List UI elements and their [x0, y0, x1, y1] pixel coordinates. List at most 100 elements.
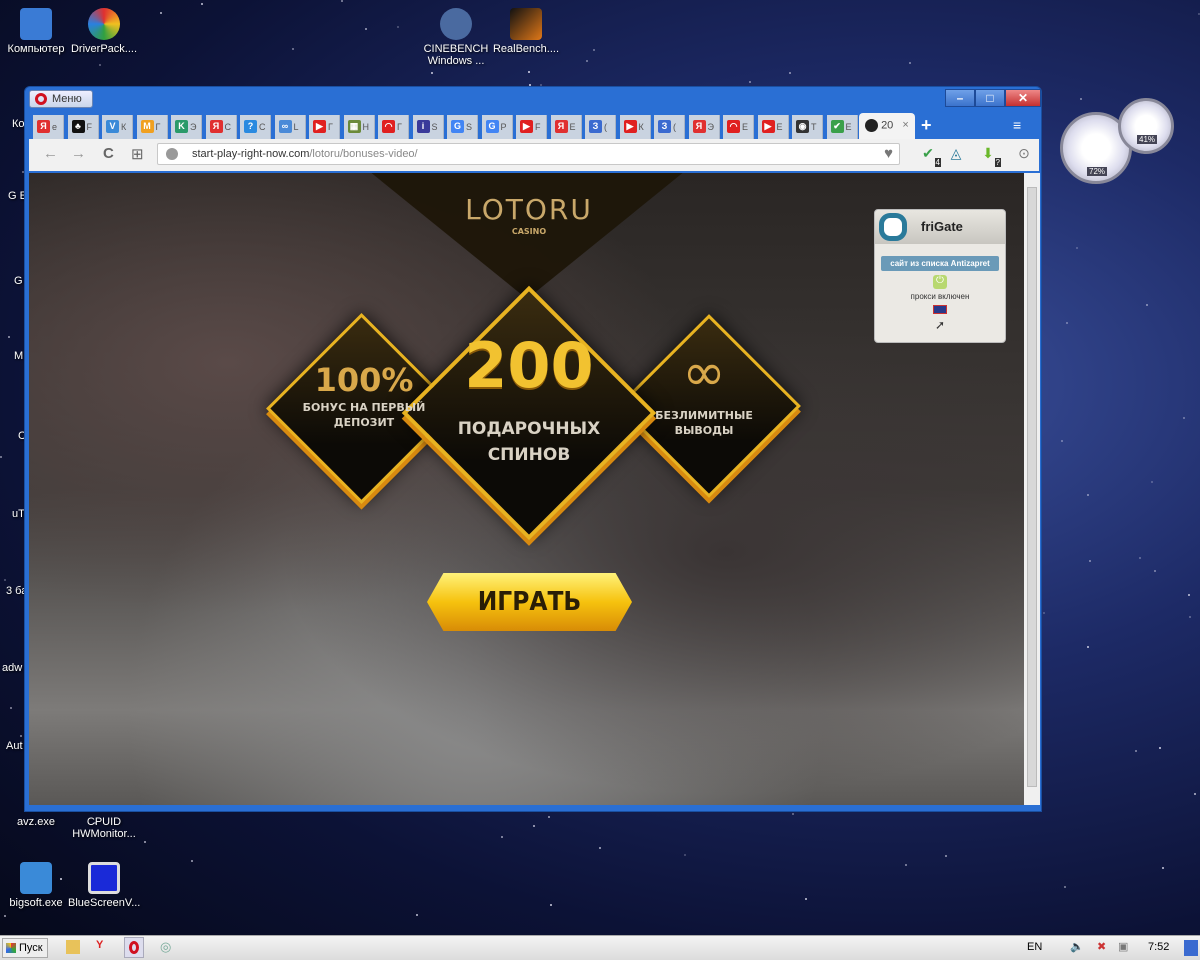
extension-button[interactable]: ✔ 4: [919, 145, 941, 167]
tab[interactable]: Яе: [33, 115, 64, 139]
tab-favicon-icon: ▶: [313, 120, 326, 133]
tab[interactable]: ∞ L: [274, 115, 306, 139]
volume-icon[interactable]: 🔈: [1070, 940, 1084, 953]
minimize-button[interactable]: –: [945, 89, 975, 107]
desktop-icon-computer[interactable]: Компьютер: [0, 8, 72, 55]
tab-favicon-icon: ✔: [830, 120, 844, 133]
site-info-icon[interactable]: [166, 148, 178, 160]
clock[interactable]: 7:52: [1148, 941, 1169, 953]
tab[interactable]: ◉ Т: [792, 115, 823, 139]
star: [944, 855, 947, 858]
maximize-button[interactable]: □: [975, 89, 1005, 107]
tab[interactable]: GР: [481, 115, 513, 139]
speed-dial-button[interactable]: ⊞: [131, 145, 144, 163]
navigation-toolbar: ← → C ⊞ start-play-right-now.com/lotoru/…: [29, 139, 1039, 171]
tab[interactable]: VК: [102, 115, 133, 139]
play-button[interactable]: ИГРАТЬ: [427, 573, 632, 631]
tab-menu-icon[interactable]: ≡: [1013, 117, 1021, 133]
tab[interactable]: iS: [412, 115, 444, 139]
extension-button[interactable]: ⬇?: [979, 145, 1001, 167]
star: [431, 72, 434, 75]
tab-favicon-icon: K: [175, 120, 188, 133]
star: [1182, 416, 1185, 419]
desktop-icon-partial[interactable]: Aut: [6, 740, 23, 752]
tab-label: С: [259, 121, 266, 132]
back-button[interactable]: ←: [43, 145, 58, 162]
tab[interactable]: ◠ Е: [723, 115, 754, 139]
reload-button[interactable]: C: [103, 145, 114, 162]
desktop-icon-partial[interactable]: uT: [12, 508, 25, 520]
tab[interactable]: ▶ F: [516, 115, 547, 139]
show-desktop-button[interactable]: [1184, 940, 1198, 956]
cinebench-icon: [440, 8, 472, 40]
frigate-popup: friGate сайт из списка Antizapret ⏻ прок…: [874, 209, 1006, 343]
bookmark-heart-icon[interactable]: ♥: [884, 144, 893, 164]
star: [1075, 247, 1078, 250]
close-button[interactable]: ✕: [1005, 89, 1041, 107]
vertical-scrollbar[interactable]: [1024, 173, 1040, 805]
tab-active[interactable]: 20 ×: [859, 113, 915, 139]
new-tab-button[interactable]: +: [921, 115, 932, 136]
yandex-browser-icon[interactable]: Y: [96, 939, 103, 951]
language-indicator[interactable]: EN: [1027, 941, 1042, 953]
tab[interactable]: ▦ Н: [343, 115, 375, 139]
star: [792, 813, 795, 816]
extension-icon: ⬇: [982, 145, 994, 161]
desktop-icon-bluescreenview[interactable]: BlueScreenV...: [68, 862, 140, 909]
star: [191, 860, 194, 863]
tray-device-icon[interactable]: ▣: [1118, 940, 1128, 953]
desktop-icon-bigsoft[interactable]: bigsoft.exe: [0, 862, 72, 909]
scrollbar-thumb[interactable]: [1027, 187, 1037, 787]
tab[interactable]: ✔ Е: [826, 115, 858, 139]
tab[interactable]: GS: [447, 115, 478, 139]
network-error-icon[interactable]: ✖: [1097, 940, 1106, 953]
tab[interactable]: KЭ: [171, 115, 202, 139]
tab[interactable]: ? С: [240, 115, 271, 139]
star: [1188, 616, 1191, 619]
frigate-logo-icon: [879, 213, 907, 241]
tab[interactable]: MГ: [136, 115, 168, 139]
desktop-icon-realbench[interactable]: RealBench....: [490, 8, 562, 55]
desktop-icon-cinebench[interactable]: CINEBENCH Windows ...: [420, 8, 492, 67]
desktop-icon-partial[interactable]: Ко: [12, 118, 25, 130]
tab[interactable]: ЯС: [205, 115, 237, 139]
computer-icon: [20, 8, 52, 40]
uk-flag-icon[interactable]: [933, 305, 947, 314]
star: [1080, 98, 1083, 101]
windows-logo-icon: [6, 943, 16, 953]
explorer-icon[interactable]: [66, 940, 80, 954]
star: [1193, 793, 1196, 796]
tab[interactable]: ▶ К: [619, 115, 651, 139]
tab[interactable]: ▶ Е: [757, 115, 789, 139]
ram-gauge[interactable]: 41%: [1118, 98, 1174, 154]
address-bar[interactable]: start-play-right-now.com/lotoru/bonuses-…: [157, 143, 900, 165]
tab[interactable]: ▶ Г: [309, 115, 340, 139]
tab-label: F: [535, 121, 541, 132]
star: [4, 579, 7, 582]
desktop-icon-avz[interactable]: avz.exe: [0, 816, 72, 828]
desktop-icon-driverpack[interactable]: DriverPack....: [68, 8, 140, 55]
desktop-icon-hwmonitor[interactable]: CPUID HWMonitor...: [68, 816, 140, 840]
opera-taskbar-button[interactable]: [124, 937, 144, 958]
power-toggle-icon[interactable]: ⏻: [933, 275, 947, 289]
tab[interactable]: ЯЕ: [550, 115, 582, 139]
tab[interactable]: З(: [654, 115, 685, 139]
tab[interactable]: ◠ Г: [378, 115, 409, 139]
bluescreenview-icon: [88, 862, 120, 894]
opera-menu-button[interactable]: Меню: [29, 90, 93, 108]
star: [1065, 322, 1068, 325]
forward-button[interactable]: →: [71, 145, 86, 162]
start-button[interactable]: Пуск: [2, 938, 48, 958]
star: [748, 80, 751, 83]
app-taskbar-icon[interactable]: ◎: [160, 939, 171, 955]
extension-button[interactable]: ◬: [947, 145, 965, 163]
close-tab-icon[interactable]: ×: [902, 119, 908, 131]
tab[interactable]: ♣ F: [67, 115, 99, 139]
tab-label: S: [431, 121, 438, 132]
tab-favicon-icon: З: [589, 120, 602, 133]
tab[interactable]: З(: [585, 115, 616, 139]
tab[interactable]: ЯЭ: [688, 115, 720, 139]
extension-button[interactable]: ⊙: [1015, 145, 1033, 163]
star: [547, 815, 550, 818]
desktop-icon-partial[interactable]: adw: [2, 662, 22, 674]
